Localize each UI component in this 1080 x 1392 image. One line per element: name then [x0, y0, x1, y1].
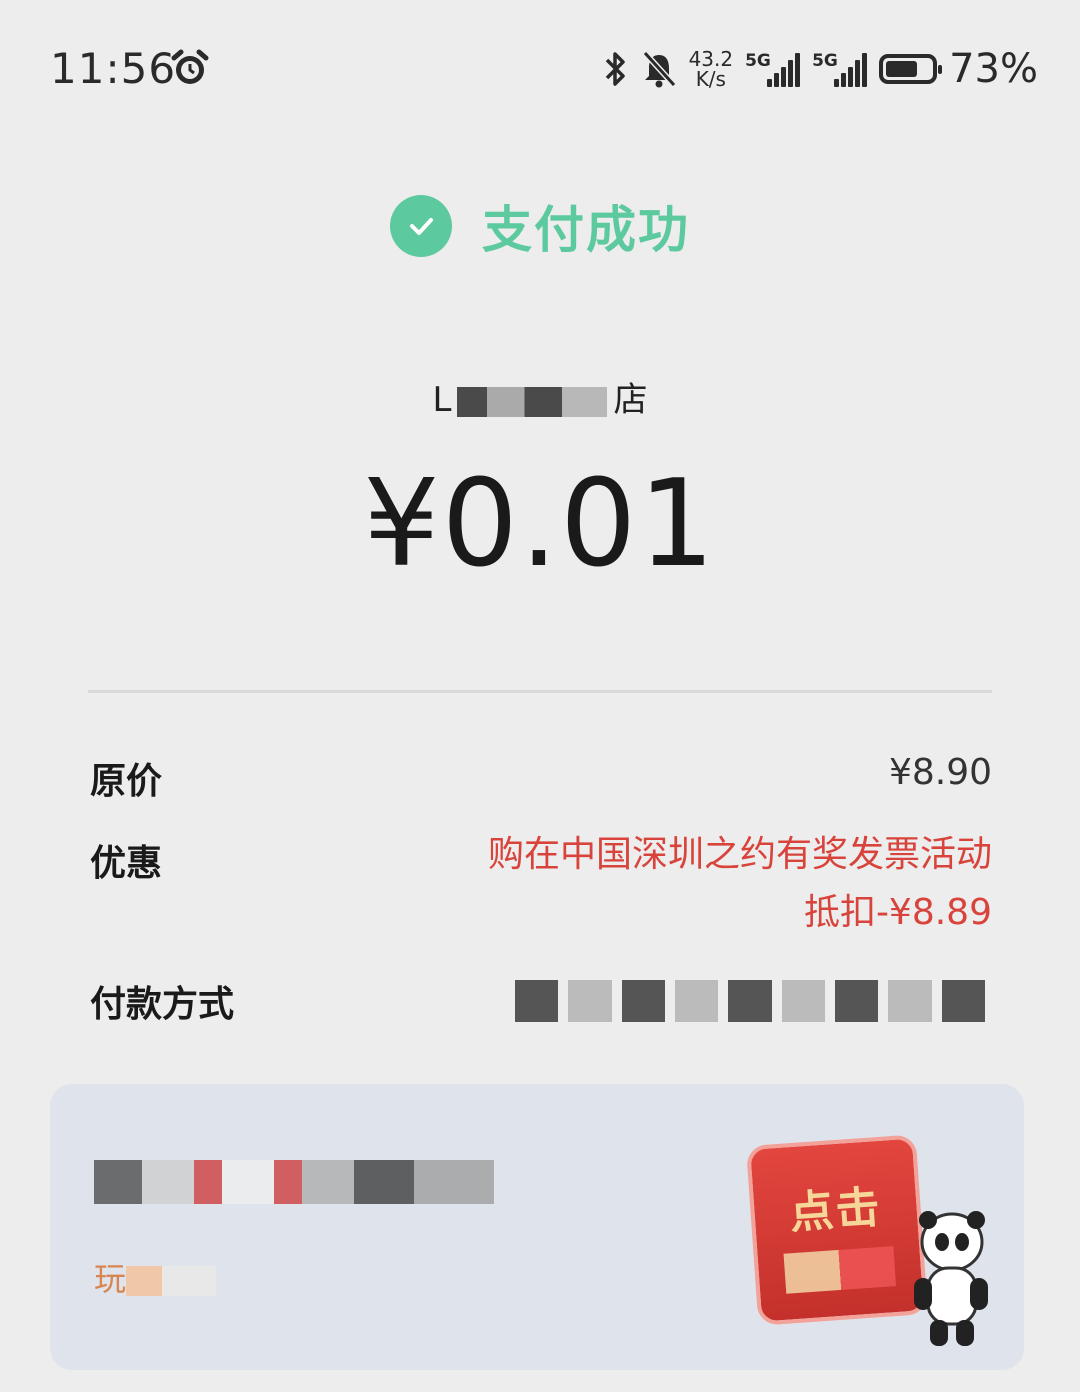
redacted-button-text [783, 1246, 897, 1294]
bell-mute-icon [642, 50, 676, 88]
panda-mascot-icon [914, 1211, 988, 1346]
discount-activity: 购在中国深圳之约有奖发票活动 [487, 834, 992, 875]
promo-subtitle: 玩 [94, 1254, 217, 1300]
status-bar: 11:56 43.2 K/s 5G 5G 73% [0, 0, 1080, 140]
discount-value: 购在中国深圳之约有奖发票活动 抵扣-¥8.89 [488, 826, 992, 942]
check-circle-icon [390, 195, 452, 257]
merchant-suffix: 店 [613, 380, 648, 420]
signal-icon-sim1: 5G [745, 51, 801, 87]
alarm-icon [171, 49, 209, 84]
divider [88, 690, 992, 693]
payment-method-label: 付款方式 [90, 984, 235, 1025]
payment-amount: ¥0.01 [363, 455, 717, 594]
battery-icon [879, 54, 943, 84]
redacted-promo-subtitle [126, 1266, 217, 1296]
discount-label: 优惠 [90, 843, 163, 884]
merchant-prefix: L [432, 380, 452, 420]
net-speed: 43.2 K/s [689, 49, 734, 89]
sim1-tag: 5G [745, 51, 771, 71]
battery-percent: 73% [949, 46, 1038, 92]
status-indicators: 43.2 K/s 5G 5G 73% [603, 44, 1038, 94]
net-speed-value: 43.2 [688, 47, 734, 71]
promo-click-button[interactable]: 点击 [745, 1134, 929, 1326]
net-speed-unit: K/s [695, 67, 726, 91]
sim2-tag: 5G [812, 51, 838, 71]
promo-button-label: 点击 [787, 1181, 884, 1240]
success-title: 支付成功 [482, 201, 690, 259]
signal-icon-sim2: 5G [812, 51, 868, 87]
original-price-label: 原价 [90, 761, 163, 802]
redacted-payment-method [515, 980, 985, 1022]
bluetooth-icon [605, 52, 625, 86]
redacted-promo-title [94, 1160, 494, 1204]
promo-title [94, 1154, 494, 1205]
merchant-name: L店 [0, 372, 1080, 421]
payment-success-header: 支付成功 [0, 190, 1080, 262]
redacted-merchant-name [457, 386, 608, 417]
promo-banner[interactable]: 玩 点击 [50, 1084, 1024, 1370]
discount-amount: 抵扣-¥8.89 [803, 892, 992, 933]
promo-subtitle-prefix: 玩 [94, 1260, 127, 1298]
status-time: 11:56 [50, 44, 177, 93]
original-price-value: ¥8.90 [888, 752, 992, 793]
